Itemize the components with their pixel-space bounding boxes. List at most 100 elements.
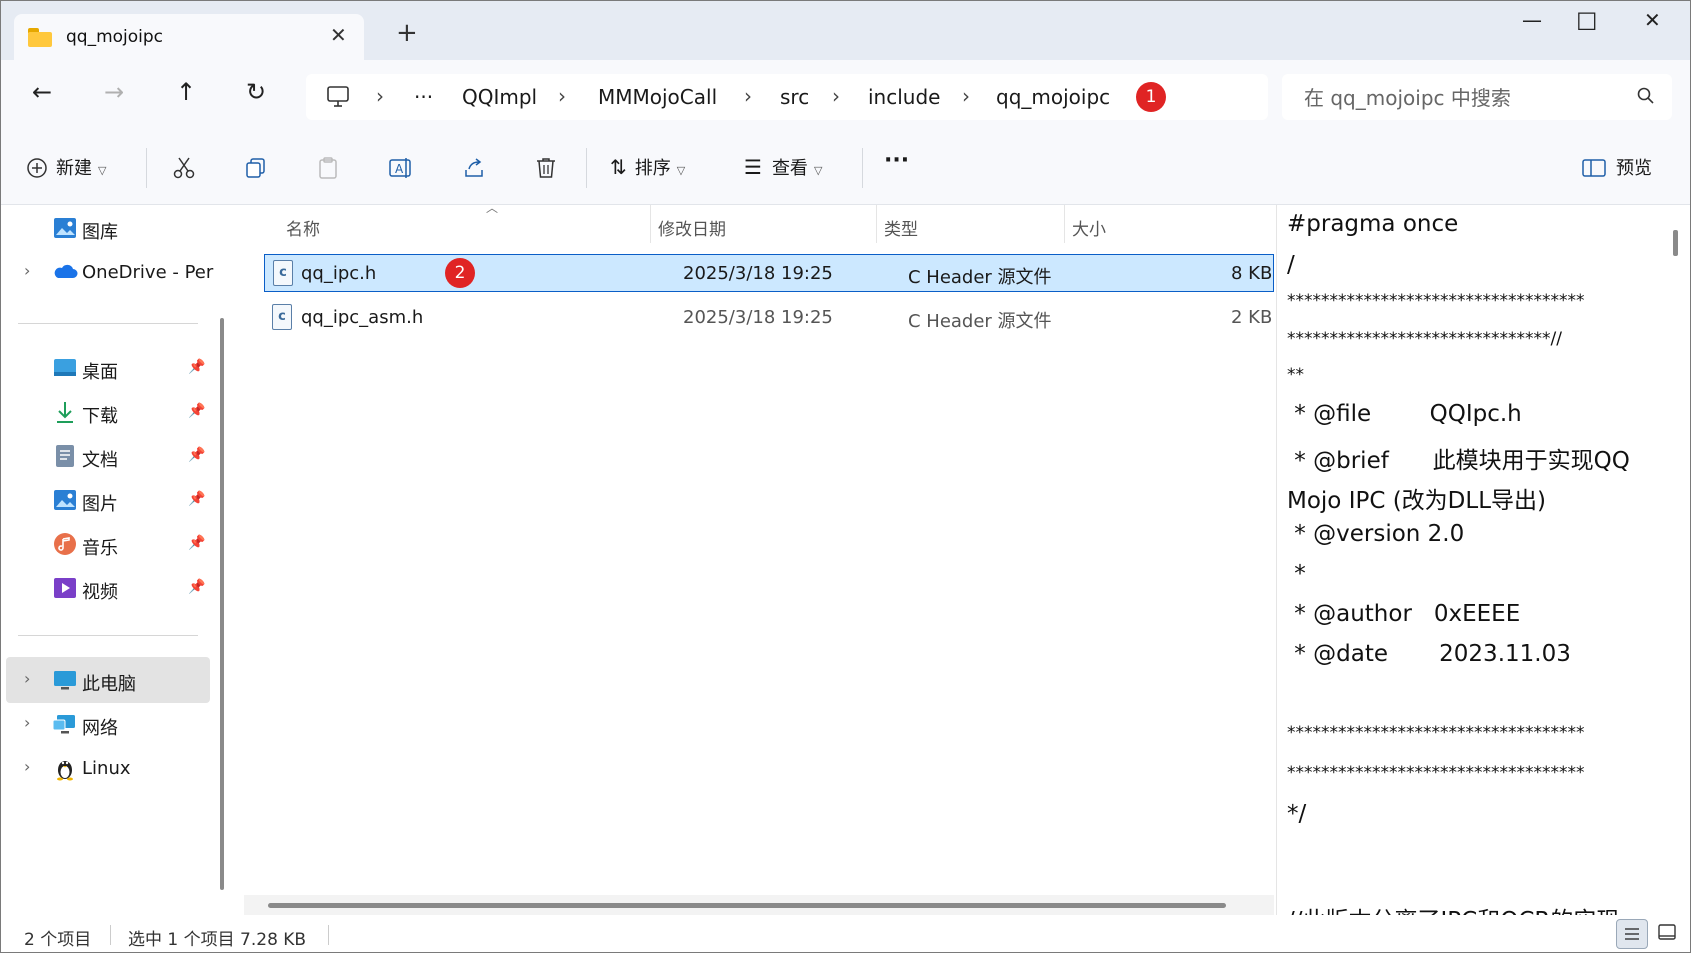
column-divider[interactable] xyxy=(650,205,651,243)
preview-pane-icon xyxy=(1582,159,1606,177)
chevron-right-icon[interactable]: › xyxy=(24,713,30,732)
chevron-right-icon[interactable]: › xyxy=(24,757,30,776)
details-view-button[interactable] xyxy=(1616,919,1648,949)
close-window-button[interactable]: ✕ xyxy=(1644,8,1661,32)
sort-label: 排序 xyxy=(634,158,671,179)
sidebar-item-label: 桌面 xyxy=(82,362,118,383)
chevron-right-icon[interactable]: › xyxy=(24,669,30,688)
address-bar[interactable]: › ··· QQImpl › MMMojoCall › src › includ… xyxy=(306,74,1268,120)
file-type: C Header 源文件 xyxy=(908,311,1052,332)
table-row[interactable]: c qq_ipc_asm.h 2025/3/18 19:25 C Header … xyxy=(264,299,1272,335)
breadcrumb-src[interactable]: src xyxy=(780,85,809,109)
sidebar-item-videos[interactable]: 视频 📌 xyxy=(6,565,210,611)
search-icon[interactable] xyxy=(1636,86,1656,106)
preview-line: *******************************// xyxy=(1287,329,1562,349)
column-header-modified[interactable]: 修改日期 xyxy=(658,215,726,240)
details-view-icon xyxy=(1625,928,1639,940)
view-button[interactable]: ☰ 查看 ▽ xyxy=(744,154,822,180)
preview-line: ** xyxy=(1287,365,1304,385)
tab-close-icon[interactable]: ✕ xyxy=(330,23,347,47)
search-box[interactable] xyxy=(1282,74,1672,122)
file-name: qq_ipc_asm.h xyxy=(301,307,424,328)
tiles-view-button[interactable] xyxy=(1652,919,1682,947)
pin-icon: 📌 xyxy=(188,403,206,419)
breadcrumb-mmmojocall[interactable]: MMMojoCall xyxy=(598,85,717,109)
share-icon[interactable] xyxy=(462,156,486,180)
file-list: ︿ 名称 修改日期 类型 大小 c qq_ipc.h 2 2025/3/18 1… xyxy=(240,201,1274,915)
up-button[interactable]: ↑ xyxy=(176,78,196,106)
file-explorer-window: qq_mojoipc ✕ + — ☐ ✕ ← → ↑ ↻ › ··· QQImp… xyxy=(0,0,1691,953)
selection-info: 选中 1 个项目 7.28 KB xyxy=(128,930,307,950)
column-divider[interactable] xyxy=(1064,205,1065,243)
file-modified: 2025/3/18 19:25 xyxy=(683,263,833,284)
sidebar-item-linux[interactable]: › Linux xyxy=(6,745,210,791)
file-name: qq_ipc.h xyxy=(301,263,377,284)
minimize-button[interactable]: — xyxy=(1522,8,1542,32)
preview-line: //此版本分离了IPC和OCR的实现 xyxy=(1287,901,1619,915)
preview-pane-button[interactable]: 预览 xyxy=(1582,154,1652,180)
sidebar-divider xyxy=(18,635,198,636)
column-header-size[interactable]: 大小 xyxy=(1072,215,1106,240)
preview-line: #pragma once xyxy=(1287,211,1459,237)
sidebar-item-music[interactable]: 音乐 📌 xyxy=(6,521,210,567)
search-input[interactable] xyxy=(1282,74,1626,122)
video-icon xyxy=(54,578,76,598)
view-label: 查看 xyxy=(771,158,808,179)
sidebar-item-label: 视频 xyxy=(82,582,118,603)
refresh-button[interactable]: ↻ xyxy=(246,78,266,106)
rename-icon[interactable]: A xyxy=(388,156,414,180)
sidebar-item-desktop[interactable]: 桌面 📌 xyxy=(6,345,210,391)
sidebar-item-network[interactable]: › 网络 xyxy=(6,701,210,747)
sidebar-item-pictures[interactable]: 图片 📌 xyxy=(6,477,210,523)
sort-button[interactable]: ⇅ 排序 ▽ xyxy=(610,154,685,180)
folder-icon xyxy=(28,28,52,47)
delete-icon[interactable] xyxy=(534,156,558,180)
file-size: 8 KB xyxy=(1231,263,1273,284)
column-divider[interactable] xyxy=(876,205,877,243)
status-divider xyxy=(328,925,329,945)
sidebar-item-this-pc[interactable]: › 此电脑 xyxy=(6,657,210,703)
breadcrumb-qq-mojoipc[interactable]: qq_mojoipc xyxy=(996,85,1110,109)
chevron-right-icon[interactable]: › xyxy=(24,261,30,280)
sidebar-item-label: OneDrive - Per xyxy=(82,262,214,283)
status-bar: 2 个项目 选中 1 个项目 7.28 KB xyxy=(0,915,1691,953)
breadcrumb-separator: › xyxy=(962,84,970,108)
breadcrumb-include[interactable]: include xyxy=(868,85,940,109)
annotation-badge-2: 2 xyxy=(445,258,475,288)
table-row[interactable]: c qq_ipc.h 2 2025/3/18 19:25 C Header 源文… xyxy=(264,254,1274,292)
preview-line: * @date 2023.11.03 xyxy=(1287,641,1571,667)
forward-button[interactable]: → xyxy=(104,78,124,106)
back-button[interactable]: ← xyxy=(32,78,52,106)
breadcrumb-separator: › xyxy=(376,84,384,108)
navigation-bar: ← → ↑ ↻ › ··· QQImpl › MMMojoCall › src … xyxy=(0,60,1691,132)
sidebar-divider xyxy=(18,323,198,324)
sidebar-item-documents[interactable]: 文档 📌 xyxy=(6,433,210,479)
preview-scrollbar[interactable] xyxy=(1673,230,1678,256)
maximize-button[interactable]: ☐ xyxy=(1576,8,1598,36)
tiles-view-icon xyxy=(1658,924,1676,940)
preview-line: * @brief 此模块用于实现QQ xyxy=(1287,448,1630,474)
copy-icon[interactable] xyxy=(244,156,268,180)
column-header-type[interactable]: 类型 xyxy=(884,215,918,240)
breadcrumb-overflow[interactable]: ··· xyxy=(414,85,433,109)
command-bar: 新建 ▽ A ⇅ 排序 ▽ ☰ 查看 ▽ ··· 预览 xyxy=(0,132,1691,205)
cloud-icon xyxy=(54,264,78,278)
breadcrumb-qqimpl[interactable]: QQImpl xyxy=(462,85,537,109)
new-button[interactable]: 新建 ▽ xyxy=(26,154,106,180)
cut-icon[interactable] xyxy=(172,156,196,180)
tab-qq-mojoipc[interactable]: qq_mojoipc ✕ xyxy=(14,14,364,60)
sidebar-item-downloads[interactable]: 下载 📌 xyxy=(6,389,210,435)
pin-icon: 📌 xyxy=(188,535,206,551)
sidebar-item-gallery[interactable]: 图库 xyxy=(6,205,210,251)
column-header-name[interactable]: 名称 xyxy=(286,215,320,240)
file-type: C Header 源文件 xyxy=(908,267,1052,288)
more-options-button[interactable]: ··· xyxy=(884,148,909,173)
new-tab-button[interactable]: + xyxy=(396,20,418,46)
navigation-pane: 图库 › OneDrive - Per 桌面 📌 下载 📌 文档 📌 图片 📌 … xyxy=(0,205,238,915)
pin-icon: 📌 xyxy=(188,491,206,507)
sidebar-item-onedrive[interactable]: › OneDrive - Per xyxy=(6,249,214,295)
sidebar-scrollbar[interactable] xyxy=(220,318,224,890)
horizontal-scrollbar-thumb[interactable] xyxy=(268,903,1226,908)
paste-icon[interactable] xyxy=(316,156,340,180)
pin-icon: 📌 xyxy=(188,359,206,375)
